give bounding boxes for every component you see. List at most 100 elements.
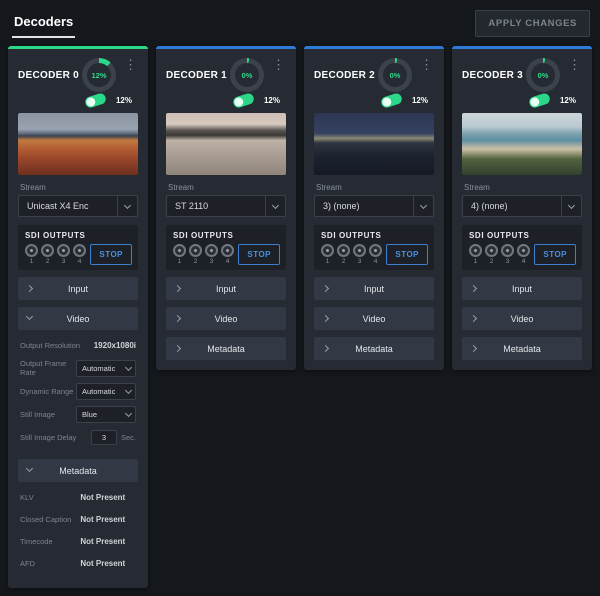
accordion-input[interactable]: Input — [166, 277, 286, 300]
decoder-card-1: DECODER 1 0% ⋮ 12% Stream ST 2110 SDI OU… — [156, 46, 296, 370]
sdi-port-3[interactable]: 3 — [501, 244, 514, 265]
decoder-name: DECODER 2 — [314, 70, 378, 81]
closed-caption-status: Not Present — [80, 515, 125, 524]
sdi-connector-icon — [173, 244, 186, 257]
chevron-down-icon — [413, 196, 433, 216]
sdi-port-1[interactable]: 1 — [173, 244, 186, 265]
accordion-video[interactable]: Video — [166, 307, 286, 330]
stream-toggle[interactable] — [380, 92, 403, 109]
field-label: Output Frame Rate — [20, 359, 76, 377]
accordion-video[interactable]: Video — [462, 307, 582, 330]
field-label: Closed Caption — [20, 515, 80, 524]
accordion-input[interactable]: Input — [18, 277, 138, 300]
stream-label: Stream — [316, 183, 432, 192]
accordion-input[interactable]: Input — [314, 277, 434, 300]
sdi-port-3[interactable]: 3 — [57, 244, 70, 265]
accordion-video[interactable]: Video — [18, 307, 138, 330]
stream-toggle[interactable] — [84, 92, 107, 109]
field-label: Still Image — [20, 410, 76, 419]
decoder-grid: DECODER 0 12% ⋮ 12% Stream Unicast X4 En… — [0, 40, 600, 596]
sdi-port-4[interactable]: 4 — [517, 244, 530, 265]
page-title: Decoders — [12, 8, 75, 38]
sdi-port-3[interactable]: 3 — [205, 244, 218, 265]
field-label: Output Resolution — [20, 341, 94, 350]
sdi-port-1[interactable]: 1 — [321, 244, 334, 265]
still-image-select[interactable]: Blue — [76, 406, 136, 423]
chevron-down-icon — [125, 387, 132, 394]
toggle-knob — [85, 96, 96, 107]
sdi-connector-icon — [57, 244, 70, 257]
sdi-port-2[interactable]: 2 — [485, 244, 498, 265]
stop-button[interactable]: STOP — [90, 244, 132, 265]
kebab-menu-icon[interactable]: ⋮ — [269, 58, 288, 72]
sdi-connector-icon — [73, 244, 86, 257]
stream-select-value: ST 2110 — [175, 201, 208, 211]
sdi-connector-icon — [353, 244, 366, 257]
sdi-outputs-title: SDI OUTPUTS — [469, 231, 576, 240]
video-preview — [314, 113, 434, 175]
stream-select[interactable]: ST 2110 — [166, 195, 286, 217]
stream-select-value: 3) (none) — [323, 201, 360, 211]
sdi-connector-icon — [517, 244, 530, 257]
video-preview — [462, 113, 582, 175]
sdi-connector-icon — [25, 244, 38, 257]
gauge-percent: 0% — [538, 71, 549, 80]
stream-select[interactable]: Unicast X4 Enc — [18, 195, 138, 217]
still-image-delay-input[interactable] — [91, 430, 117, 445]
cpu-gauge: 0% — [378, 58, 412, 92]
field-suffix: Sec. — [121, 433, 136, 442]
stream-select[interactable]: 4) (none) — [462, 195, 582, 217]
sdi-connector-icon — [501, 244, 514, 257]
video-preview — [166, 113, 286, 175]
video-preview — [18, 113, 138, 175]
toggle-knob — [529, 96, 540, 107]
stream-toggle[interactable] — [528, 92, 551, 109]
decoder-name: DECODER 0 — [18, 70, 82, 81]
top-bar: Decoders APPLY CHANGES — [0, 0, 600, 40]
sdi-connector-icon — [205, 244, 218, 257]
sdi-outputs-title: SDI OUTPUTS — [173, 231, 280, 240]
sdi-port-2[interactable]: 2 — [41, 244, 54, 265]
kebab-menu-icon[interactable]: ⋮ — [121, 58, 140, 72]
load-percent: 12% — [560, 96, 576, 105]
accordion-metadata[interactable]: Metadata — [462, 337, 582, 360]
cpu-gauge: 0% — [230, 58, 264, 92]
field-label: Still Image Delay — [20, 433, 91, 442]
sdi-port-1[interactable]: 1 — [25, 244, 38, 265]
output-frame-rate-select[interactable]: Automatic — [76, 360, 136, 377]
stop-button[interactable]: STOP — [386, 244, 428, 265]
toggle-knob — [233, 96, 244, 107]
accordion-metadata[interactable]: Metadata — [18, 459, 138, 482]
dynamic-range-select[interactable]: Automatic — [76, 383, 136, 400]
accordion-metadata[interactable]: Metadata — [314, 337, 434, 360]
video-settings: Output Resolution 1920x1080i Output Fram… — [8, 330, 148, 452]
stream-select-value: 4) (none) — [471, 201, 508, 211]
sdi-port-4[interactable]: 4 — [369, 244, 382, 265]
sdi-port-3[interactable]: 3 — [353, 244, 366, 265]
kebab-menu-icon[interactable]: ⋮ — [565, 58, 584, 72]
sdi-port-4[interactable]: 4 — [73, 244, 86, 265]
accordion-input[interactable]: Input — [462, 277, 582, 300]
kebab-menu-icon[interactable]: ⋮ — [417, 58, 436, 72]
sdi-port-2[interactable]: 2 — [189, 244, 202, 265]
sdi-connector-icon — [221, 244, 234, 257]
sdi-outputs-title: SDI OUTPUTS — [321, 231, 428, 240]
sdi-outputs-panel: SDI OUTPUTS 1 2 3 4 STOP — [462, 225, 582, 270]
stream-label: Stream — [168, 183, 284, 192]
stream-select[interactable]: 3) (none) — [314, 195, 434, 217]
stop-button[interactable]: STOP — [534, 244, 576, 265]
decoder-card-0: DECODER 0 12% ⋮ 12% Stream Unicast X4 En… — [8, 46, 148, 588]
chevron-down-icon — [117, 196, 137, 216]
sdi-connector-icon — [485, 244, 498, 257]
stream-toggle[interactable] — [232, 92, 255, 109]
stop-button[interactable]: STOP — [238, 244, 280, 265]
sdi-port-1[interactable]: 1 — [469, 244, 482, 265]
sdi-outputs-panel: SDI OUTPUTS 1 2 3 4 STOP — [18, 225, 138, 270]
load-percent: 12% — [116, 96, 132, 105]
accordion-metadata[interactable]: Metadata — [166, 337, 286, 360]
sdi-port-2[interactable]: 2 — [337, 244, 350, 265]
metadata-values: KLV Not Present Closed Caption Not Prese… — [8, 482, 148, 578]
accordion-video[interactable]: Video — [314, 307, 434, 330]
sdi-port-4[interactable]: 4 — [221, 244, 234, 265]
apply-changes-button[interactable]: APPLY CHANGES — [475, 10, 590, 37]
